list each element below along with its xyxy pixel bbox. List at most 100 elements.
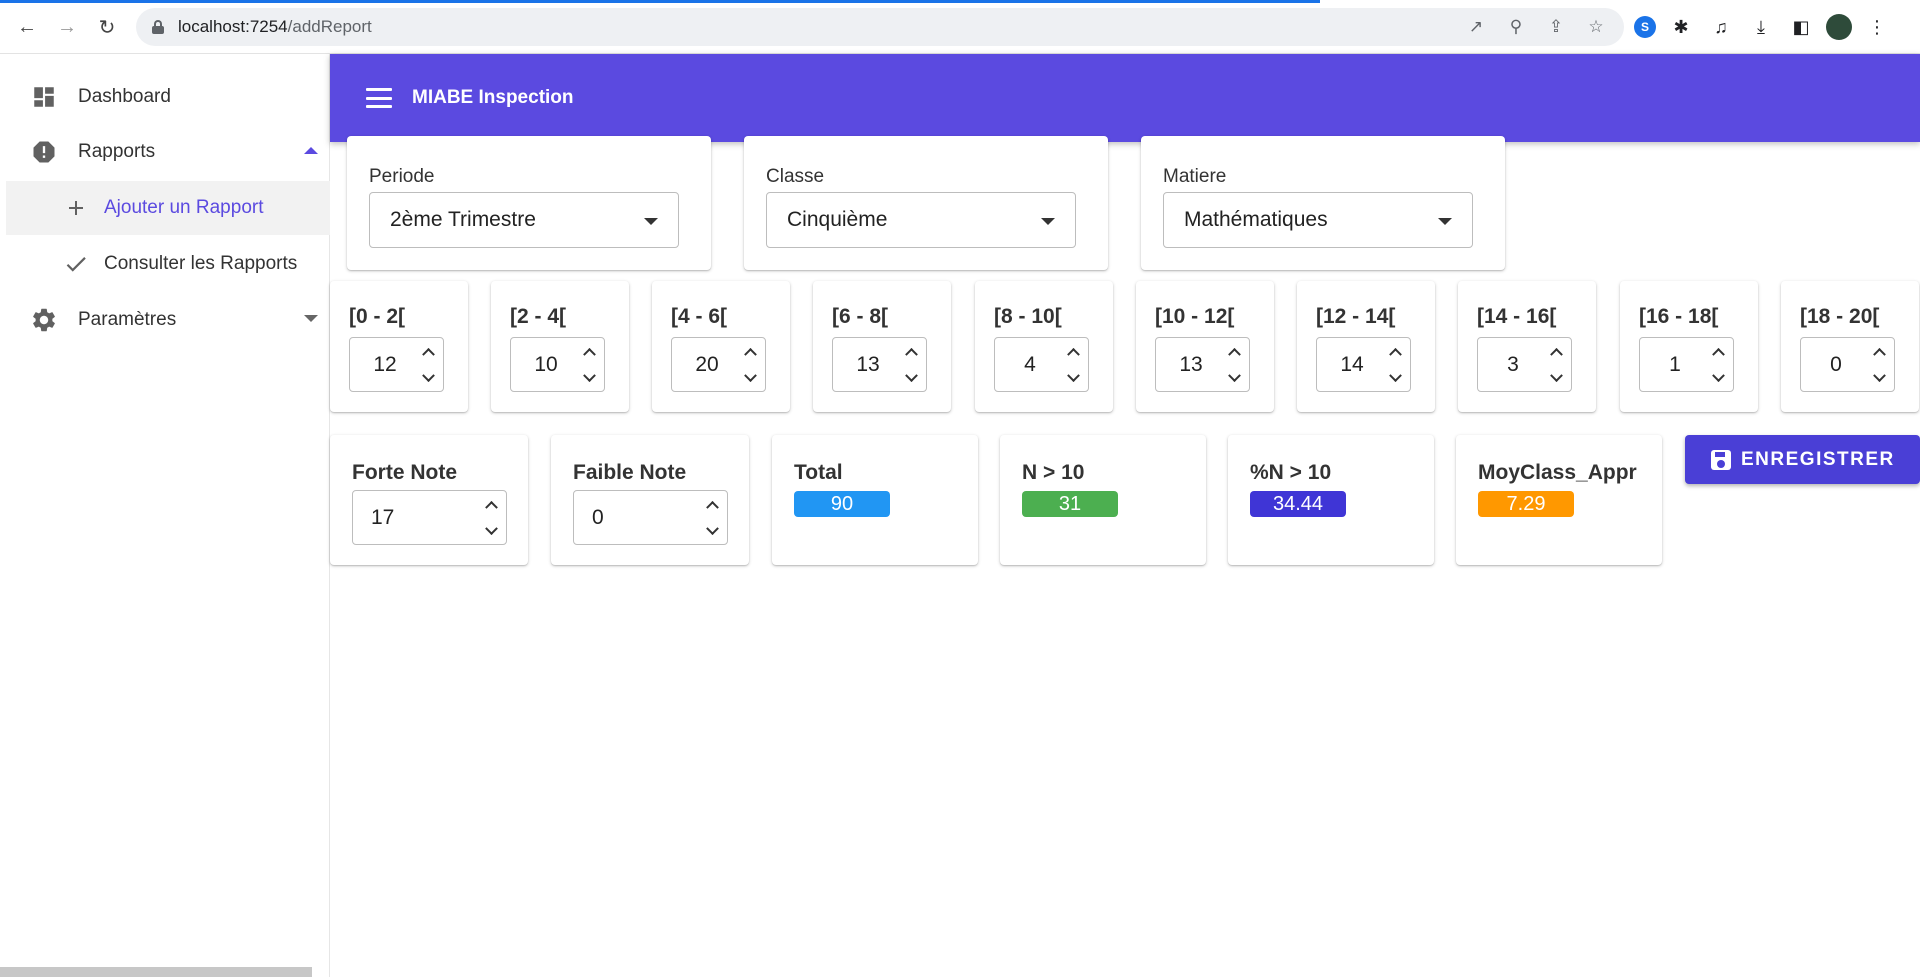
matiere-select[interactable]: Mathématiques (1163, 192, 1473, 248)
bookmark-star-icon[interactable]: ☆ (1582, 13, 1610, 41)
decrement-icon[interactable] (1066, 368, 1080, 385)
media-queue-icon[interactable]: ♫ (1706, 12, 1736, 42)
faible-note-input[interactable]: 0 (573, 490, 728, 545)
decrement-icon[interactable] (1872, 368, 1886, 385)
dropdown-arrow-icon (644, 218, 658, 225)
increment-icon[interactable] (1227, 344, 1241, 361)
range-10-12-input[interactable]: 13 (1155, 337, 1250, 392)
moy-class-label: MoyClass_Appr (1478, 461, 1637, 484)
range-value: 13 (856, 353, 880, 376)
range-card-12-14: [12 - 14[ 14 (1297, 281, 1435, 412)
range-value: 14 (1340, 353, 1364, 376)
shazam-extension-icon[interactable]: S (1634, 16, 1656, 38)
range-value: 10 (534, 353, 558, 376)
pct-n-sup-10-label: %N > 10 (1250, 461, 1332, 484)
classe-value: Cinquième (787, 208, 888, 231)
moy-class-card: MoyClass_Appr 7.29 (1456, 435, 1662, 565)
decrement-icon[interactable] (1227, 368, 1241, 385)
sidebar-item-ajouter-rapport[interactable]: Ajouter un Rapport (6, 181, 330, 235)
range-4-6-input[interactable]: 20 (671, 337, 766, 392)
menu-icon[interactable] (366, 88, 392, 108)
more-menu-icon[interactable]: ⋮ (1862, 12, 1892, 42)
range-18-20-input[interactable]: 0 (1800, 337, 1895, 392)
sidebar-item-label: Ajouter un Rapport (104, 197, 264, 218)
range-card-6-8: [6 - 8[ 13 (813, 281, 951, 412)
periode-select[interactable]: 2ème Trimestre (369, 192, 679, 248)
side-panel-icon[interactable]: ◧ (1786, 12, 1816, 42)
decrement-icon[interactable] (705, 521, 719, 538)
app-title: MIABE Inspection (412, 87, 574, 108)
range-6-8-input[interactable]: 13 (832, 337, 927, 392)
sidebar-item-consulter-rapports[interactable]: Consulter les Rapports (6, 237, 330, 291)
range-8-10-input[interactable]: 4 (994, 337, 1089, 392)
range-card-14-16: [14 - 16[ 3 (1458, 281, 1596, 412)
classe-select[interactable]: Cinquième (766, 192, 1076, 248)
range-0-2-input[interactable]: 12 (349, 337, 444, 392)
decrement-icon[interactable] (484, 521, 498, 538)
increment-icon[interactable] (1711, 344, 1725, 361)
increment-icon[interactable] (904, 344, 918, 361)
save-button-label: ENREGISTRER (1741, 448, 1895, 470)
range-14-16-input[interactable]: 3 (1477, 337, 1572, 392)
expand-more-icon (304, 315, 318, 322)
increment-icon[interactable] (743, 344, 757, 361)
save-button[interactable]: ENREGISTRER (1685, 435, 1920, 484)
decrement-icon[interactable] (904, 368, 918, 385)
faible-note-label: Faible Note (573, 461, 687, 484)
address-bar[interactable]: localhost:7254/addReport ↗ ⚲ ⇪ ☆ (136, 8, 1624, 46)
decrement-icon[interactable] (1549, 368, 1563, 385)
total-label: Total (794, 461, 843, 484)
decrement-icon[interactable] (582, 368, 596, 385)
total-badge: 90 (794, 491, 890, 517)
increment-icon[interactable] (705, 497, 719, 514)
range-2-4-input[interactable]: 10 (510, 337, 605, 392)
increment-icon[interactable] (421, 344, 435, 361)
horizontal-scrollbar[interactable] (0, 967, 312, 977)
decrement-icon[interactable] (1711, 368, 1725, 385)
zoom-icon[interactable]: ⚲ (1502, 13, 1530, 41)
increment-icon[interactable] (1066, 344, 1080, 361)
range-label: [2 - 4[ (510, 305, 567, 328)
sidebar-item-label: Consulter les Rapports (104, 253, 298, 274)
sidebar-item-parametres[interactable]: Paramètres (6, 293, 330, 347)
back-icon[interactable]: ← (12, 12, 42, 42)
range-card-2-4: [2 - 4[ 10 (491, 281, 629, 412)
forward-icon[interactable]: → (52, 12, 82, 42)
range-label: [18 - 20[ (1800, 305, 1880, 328)
report-icon (30, 138, 58, 166)
range-12-14-input[interactable]: 14 (1316, 337, 1411, 392)
range-value: 12 (373, 353, 397, 376)
plus-icon (62, 194, 90, 222)
decrement-icon[interactable] (1388, 368, 1402, 385)
n-sup-10-card: N > 10 31 (1000, 435, 1206, 565)
pct-n-sup-10-card: %N > 10 34.44 (1228, 435, 1434, 565)
increment-icon[interactable] (1872, 344, 1886, 361)
sidebar-item-dashboard[interactable]: Dashboard (6, 70, 330, 124)
reload-icon[interactable]: ↻ (92, 12, 122, 42)
open-in-new-icon[interactable]: ↗ (1462, 13, 1490, 41)
download-icon[interactable]: ⤓ (1746, 12, 1776, 42)
range-value: 4 (1024, 353, 1036, 376)
decrement-icon[interactable] (743, 368, 757, 385)
increment-icon[interactable] (582, 344, 596, 361)
profile-avatar[interactable] (1826, 14, 1852, 40)
range-card-10-12: [10 - 12[ 13 (1136, 281, 1274, 412)
increment-icon[interactable] (1549, 344, 1563, 361)
range-card-16-18: [16 - 18[ 1 (1620, 281, 1758, 412)
range-16-18-input[interactable]: 1 (1639, 337, 1734, 392)
share-icon[interactable]: ⇪ (1542, 13, 1570, 41)
range-label: [16 - 18[ (1639, 305, 1719, 328)
sidebar-item-rapports[interactable]: Rapports (6, 125, 330, 179)
extensions-puzzle-icon[interactable]: ✱ (1666, 12, 1696, 42)
range-label: [8 - 10[ (994, 305, 1062, 328)
forte-note-input[interactable]: 17 (352, 490, 507, 545)
increment-icon[interactable] (484, 497, 498, 514)
decrement-icon[interactable] (421, 368, 435, 385)
range-label: [10 - 12[ (1155, 305, 1235, 328)
increment-icon[interactable] (1388, 344, 1402, 361)
matiere-label: Matiere (1163, 166, 1227, 187)
pct-n-sup-10-badge: 34.44 (1250, 491, 1346, 517)
matiere-card: Matiere Mathématiques (1141, 136, 1505, 270)
dropdown-arrow-icon (1438, 218, 1452, 225)
page-load-progress (0, 0, 1320, 3)
